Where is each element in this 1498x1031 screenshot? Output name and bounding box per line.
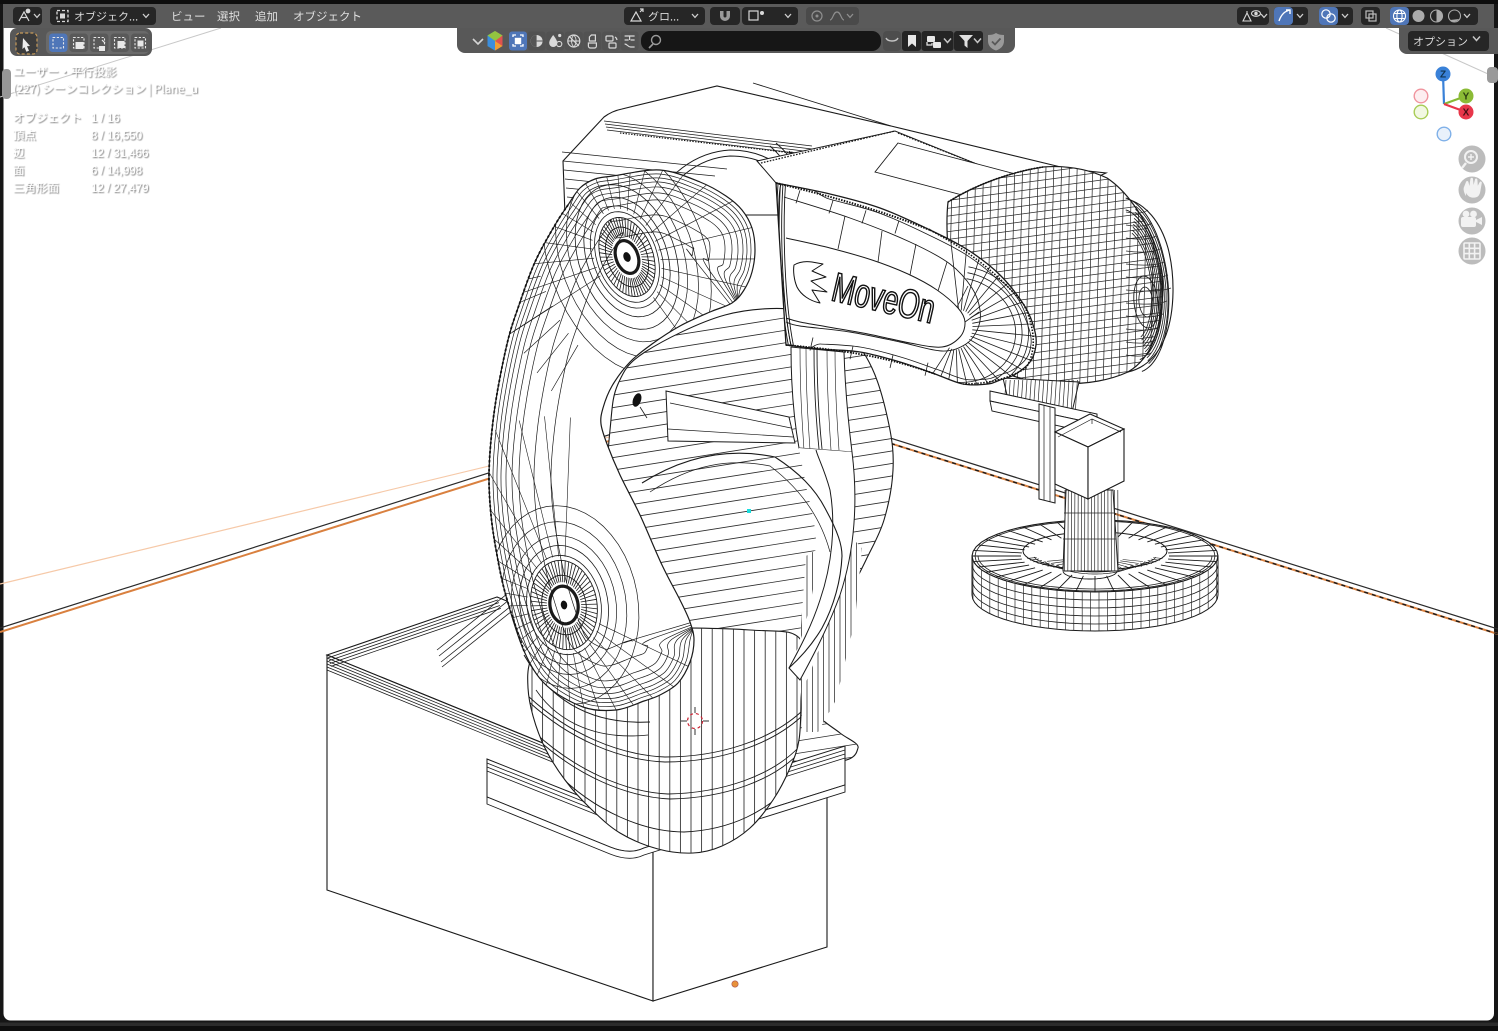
svg-text:12 / 31,466: 12 / 31,466 [91,148,149,160]
svg-text:1 / 16: 1 / 16 [91,113,120,125]
svg-text:Y: Y [1463,92,1470,103]
svg-text:Z: Z [1440,70,1446,81]
svg-text:X: X [1463,108,1470,119]
svg-text:12 / 27,479: 12 / 27,479 [91,183,149,195]
svg-text:6 / 14,998: 6 / 14,998 [91,166,142,178]
svg-text:8 / 16,550: 8 / 16,550 [91,131,142,143]
